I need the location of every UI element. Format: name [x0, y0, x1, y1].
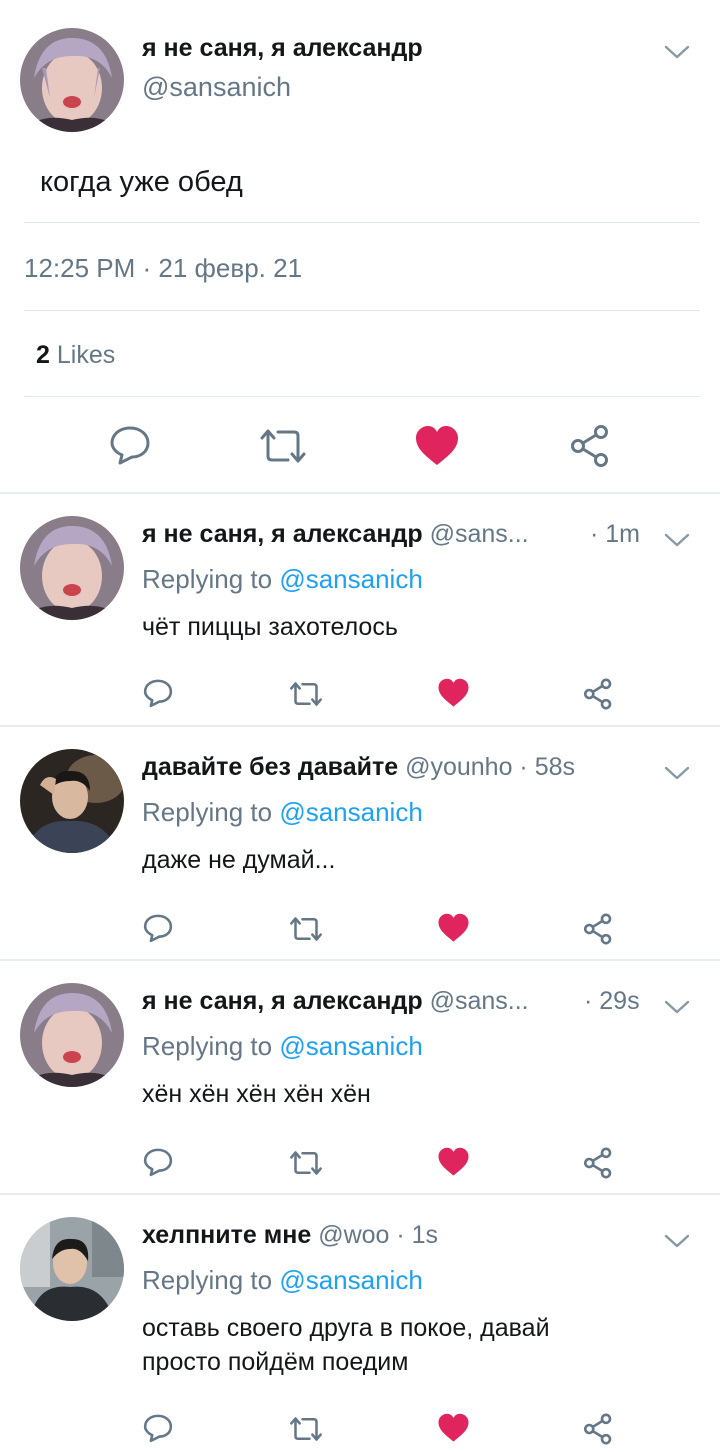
share-icon[interactable]	[582, 1413, 614, 1445]
reply-text: хён хён хён хён хён	[142, 1080, 371, 1108]
likes-count[interactable]: 2 Likes	[36, 341, 115, 370]
heart-icon[interactable]	[437, 678, 470, 708]
replying-prefix: Replying to	[142, 564, 273, 594]
mention-link[interactable]: @sansanich	[279, 1031, 422, 1061]
divider	[24, 310, 700, 311]
replying-prefix: Replying to	[142, 1031, 273, 1061]
reply-icon[interactable]	[142, 678, 174, 708]
chevron-down-icon[interactable]	[662, 997, 692, 1017]
reply-text: чёт пиццы захотелось	[142, 613, 398, 641]
reply-time: · 1m	[590, 520, 640, 548]
reply-tweet[interactable]: я не саня, я александр @sans... · 1m Rep…	[0, 494, 720, 725]
reply-tweet[interactable]: давайте без давайте @younho · 58s Replyi…	[0, 727, 720, 959]
chevron-down-icon[interactable]	[662, 763, 692, 783]
author-handle[interactable]: @woo · 1s	[318, 1221, 438, 1249]
retweet-icon[interactable]	[288, 1415, 324, 1443]
reply-time: · 29s	[584, 987, 640, 1015]
heart-icon[interactable]	[437, 1413, 470, 1443]
reply-header: давайте без давайте @younho · 58s	[142, 753, 575, 782]
mention-link[interactable]: @sansanich	[279, 564, 422, 594]
author-handle[interactable]: @sans...	[430, 987, 529, 1015]
avatar[interactable]	[20, 516, 124, 620]
replying-prefix: Replying to	[142, 1265, 273, 1295]
avatar[interactable]	[20, 28, 124, 132]
share-icon[interactable]	[582, 913, 614, 945]
retweet-icon[interactable]	[288, 1149, 324, 1177]
author-name[interactable]: я не саня, я александр	[142, 34, 423, 63]
heart-icon[interactable]	[437, 1147, 470, 1177]
reply-header: я не саня, я александр @sans...	[142, 987, 529, 1016]
reply-text: оставь своего друга в покое, давай прост…	[142, 1314, 550, 1376]
main-tweet: я не саня, я александр @sansanich когда …	[0, 0, 720, 494]
reply-icon[interactable]	[142, 1413, 174, 1443]
mention-link[interactable]: @sansanich	[279, 797, 422, 827]
reply-icon[interactable]	[142, 1147, 174, 1177]
author-handle[interactable]: @sansanich	[142, 72, 291, 103]
reply-tweet[interactable]: я не саня, я александр @sans... · 29s Re…	[0, 961, 720, 1193]
reply-icon[interactable]	[108, 424, 152, 466]
tweet-text: когда уже обед	[40, 166, 243, 198]
tweet-timestamp[interactable]: 12:25 PM · 21 февр. 21	[24, 253, 302, 284]
divider	[24, 222, 700, 223]
retweet-icon[interactable]	[288, 680, 324, 708]
likes-label: Likes	[56, 341, 116, 369]
chevron-down-icon[interactable]	[662, 530, 692, 550]
reply-header: я не саня, я александр @sans...	[142, 520, 529, 549]
replying-to: Replying to @sansanich	[142, 1265, 423, 1296]
reply-header: хелпните мне @woo · 1s	[142, 1221, 438, 1250]
replying-to: Replying to @sansanich	[142, 797, 423, 828]
reply-icon[interactable]	[142, 913, 174, 943]
chevron-down-icon[interactable]	[662, 1231, 692, 1251]
author-name[interactable]: я не саня, я александр	[142, 520, 423, 548]
avatar[interactable]	[20, 749, 124, 853]
author-handle[interactable]: @younho · 58s	[405, 753, 575, 781]
mention-link[interactable]: @sansanich	[279, 1265, 422, 1295]
replying-to: Replying to @sansanich	[142, 1031, 423, 1062]
avatar[interactable]	[20, 1217, 124, 1321]
replying-prefix: Replying to	[142, 797, 273, 827]
author-name[interactable]: хелпните мне	[142, 1221, 311, 1249]
reply-text: даже не думай...	[142, 846, 336, 874]
reply-tweet[interactable]: хелпните мне @woo · 1s Replying to @sans…	[0, 1195, 720, 1452]
share-icon[interactable]	[568, 424, 612, 468]
author-name[interactable]: давайте без давайте	[142, 753, 398, 781]
share-icon[interactable]	[582, 1147, 614, 1179]
divider	[24, 396, 700, 397]
heart-icon[interactable]	[437, 913, 470, 943]
chevron-down-icon[interactable]	[662, 42, 692, 62]
retweet-icon[interactable]	[288, 915, 324, 943]
replying-to: Replying to @sansanich	[142, 564, 423, 595]
retweet-icon[interactable]	[258, 426, 308, 466]
share-icon[interactable]	[582, 678, 614, 710]
author-name[interactable]: я не саня, я александр	[142, 987, 423, 1015]
heart-icon[interactable]	[414, 425, 460, 467]
likes-number: 2	[36, 341, 50, 369]
author-handle[interactable]: @sans...	[430, 520, 529, 548]
avatar[interactable]	[20, 983, 124, 1087]
